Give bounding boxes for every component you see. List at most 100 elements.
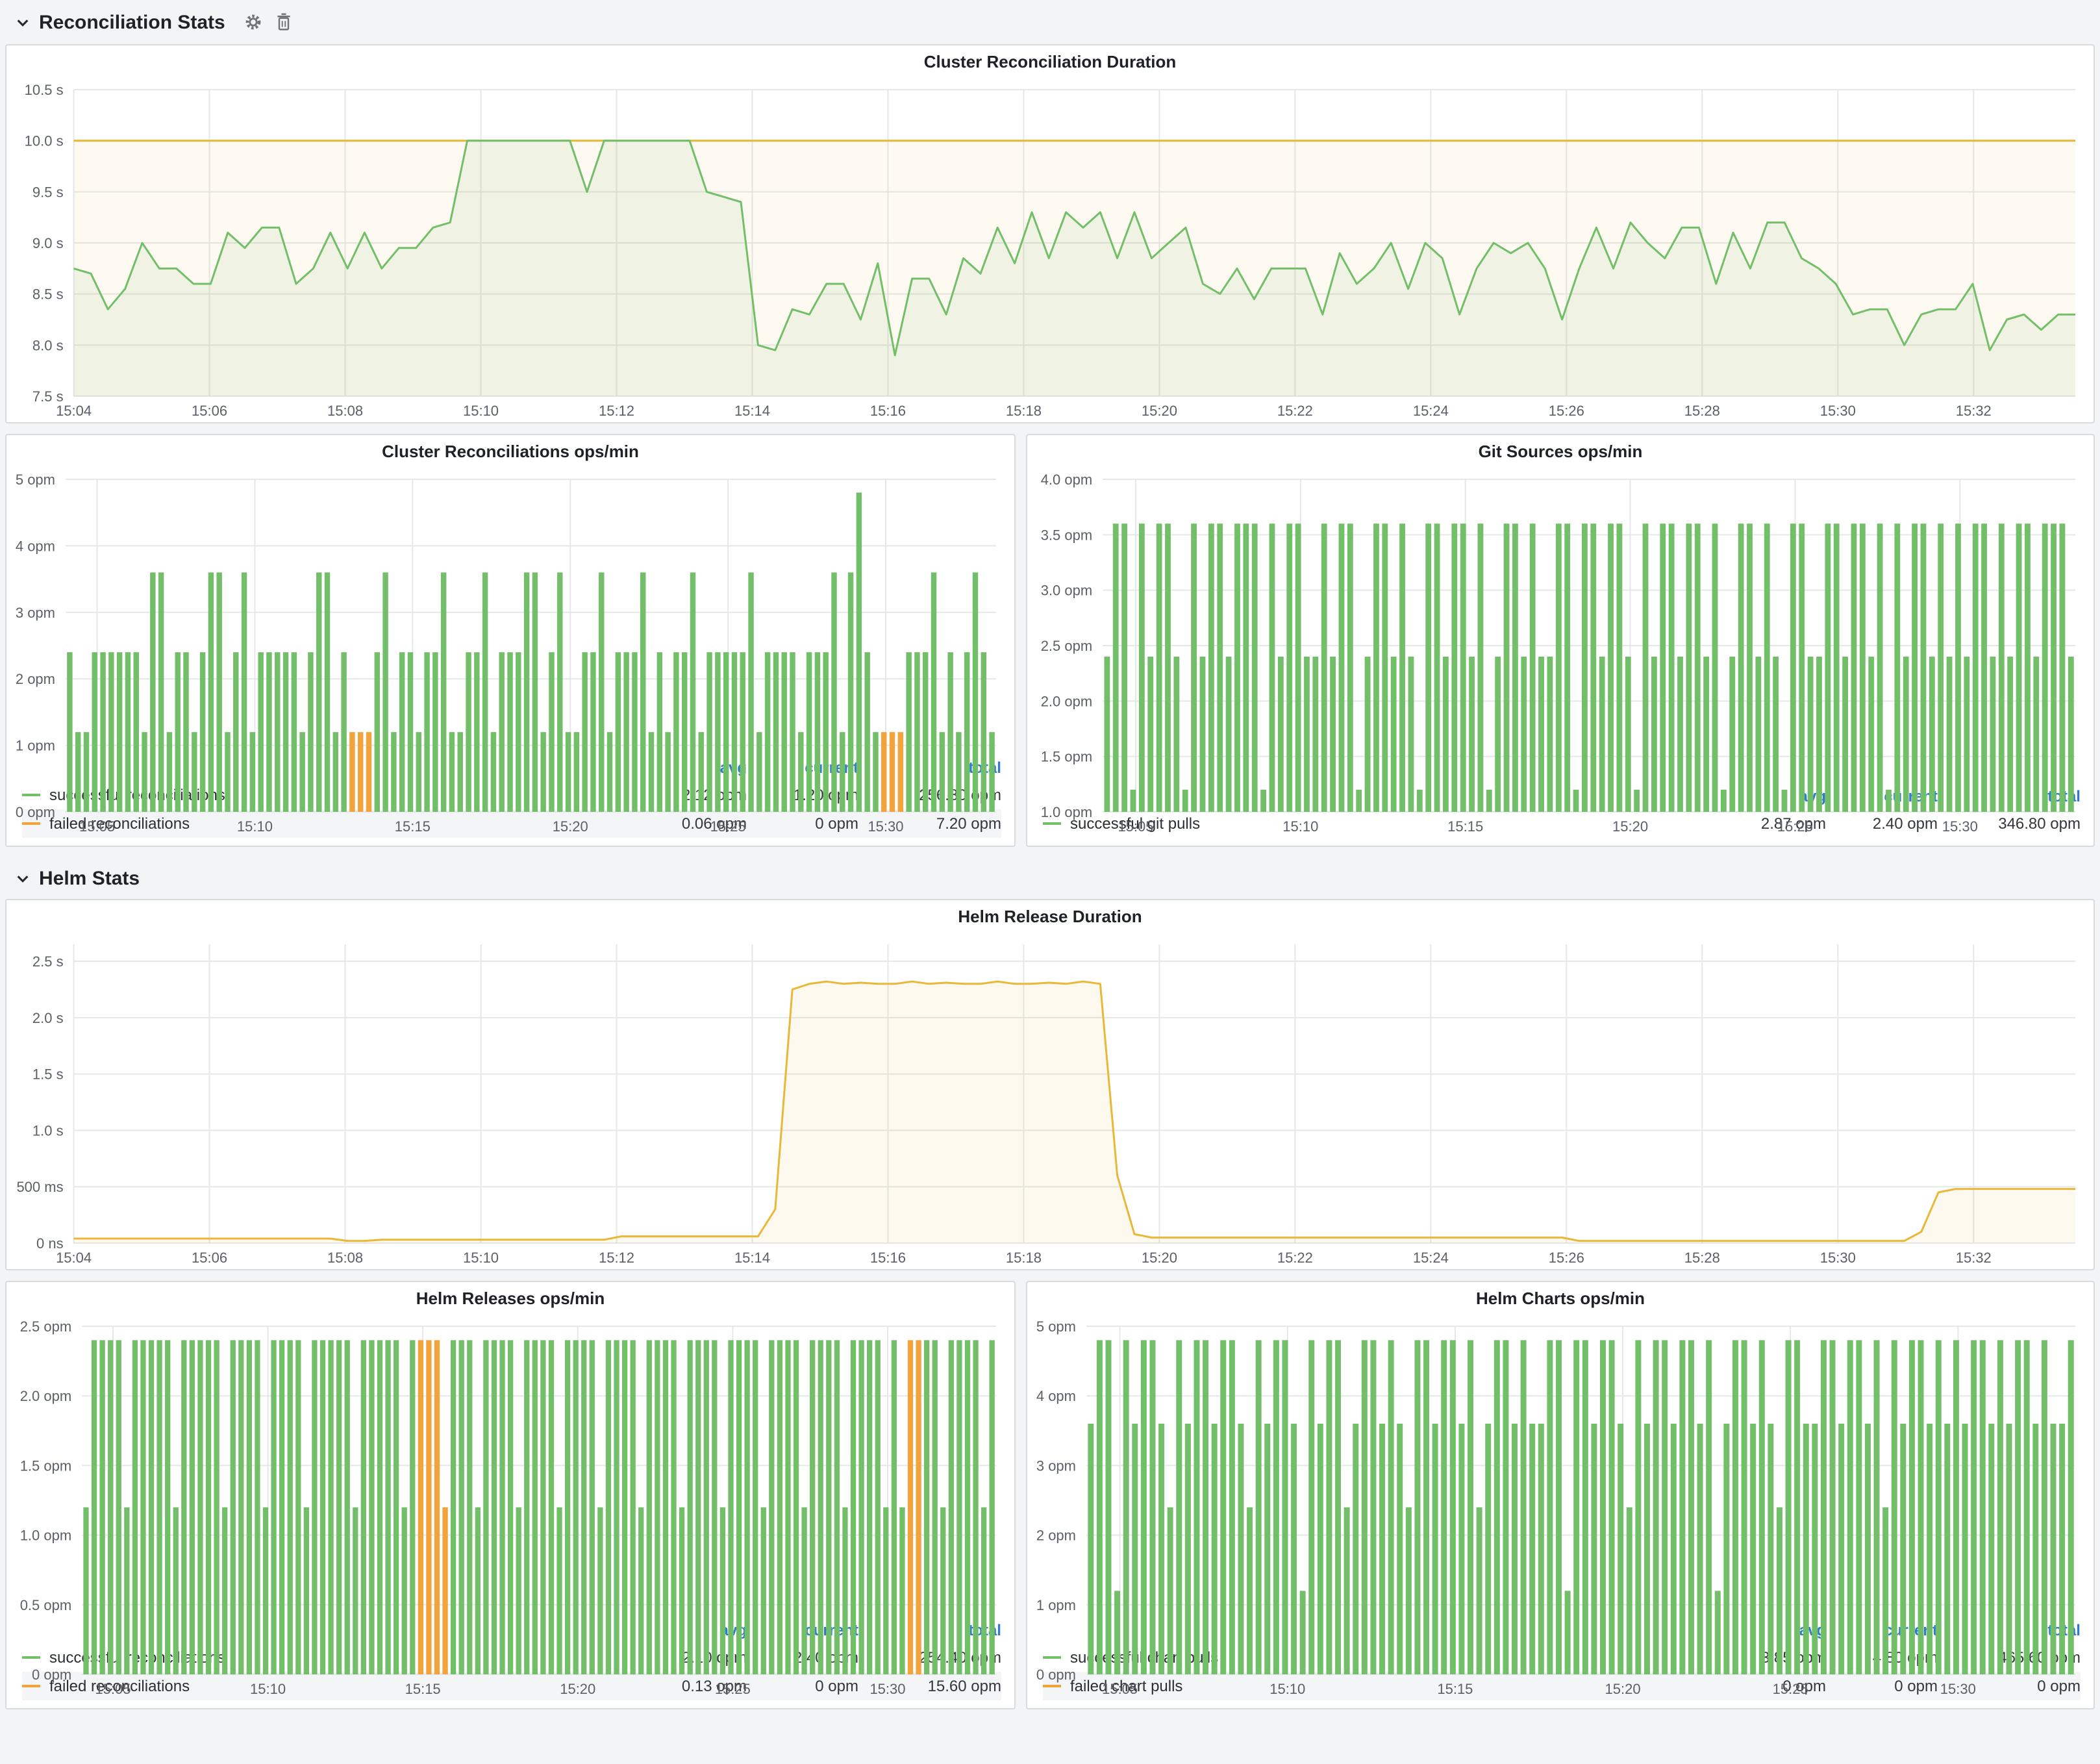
dashboard: Reconciliation Stats: [0, 0, 2100, 1720]
svg-text:15:14: 15:14: [734, 1250, 770, 1266]
git-sources-ops-chart[interactable]: 1.0 opm1.5 opm2.0 opm2.5 opm3.0 opm3.5 o…: [1027, 469, 2094, 783]
svg-text:8.5 s: 8.5 s: [32, 286, 64, 303]
svg-text:1.0 opm: 1.0 opm: [20, 1528, 72, 1544]
svg-text:15:25: 15:25: [710, 818, 746, 835]
svg-text:15:22: 15:22: [1277, 403, 1313, 419]
svg-text:15:20: 15:20: [1605, 1681, 1641, 1697]
svg-text:15:04: 15:04: [56, 1250, 92, 1266]
svg-text:15:10: 15:10: [463, 1250, 499, 1266]
svg-text:15:15: 15:15: [1447, 818, 1483, 835]
svg-text:15:10: 15:10: [237, 818, 273, 835]
panel-helm-release-duration: Helm Release Duration 0 ns500 ms1.0 s1.5…: [5, 899, 2095, 1270]
svg-text:15:04: 15:04: [56, 403, 92, 419]
svg-text:15:20: 15:20: [1612, 818, 1648, 835]
panel-helm-charts-ops: Helm Charts ops/min 0 opm1 opm2 opm3 opm…: [1026, 1281, 2095, 1709]
panel-title[interactable]: Cluster Reconciliation Duration: [6, 45, 2094, 79]
section-header-helm-stats[interactable]: Helm Stats: [5, 857, 2095, 899]
svg-text:15:06: 15:06: [192, 403, 227, 419]
svg-text:15:10: 15:10: [463, 403, 499, 419]
svg-text:15:30: 15:30: [1820, 1250, 1856, 1266]
svg-text:15:15: 15:15: [405, 1681, 441, 1697]
svg-text:0.5 opm: 0.5 opm: [20, 1597, 72, 1613]
svg-text:500 ms: 500 ms: [16, 1179, 63, 1195]
helm-releases-ops-chart[interactable]: 0 opm0.5 opm1.0 opm1.5 opm2.0 opm2.5 opm…: [6, 1316, 1014, 1617]
svg-text:15:30: 15:30: [869, 1681, 905, 1697]
svg-text:15:05: 15:05: [79, 818, 115, 835]
svg-text:10.5 s: 10.5 s: [25, 82, 64, 98]
svg-text:15:10: 15:10: [1269, 1681, 1305, 1697]
svg-text:15:15: 15:15: [395, 818, 431, 835]
svg-text:2.5 opm: 2.5 opm: [20, 1318, 72, 1335]
svg-text:2.5 opm: 2.5 opm: [1041, 638, 1093, 654]
panel-title[interactable]: Helm Charts ops/min: [1027, 1282, 2094, 1316]
svg-text:15:26: 15:26: [1549, 403, 1584, 419]
svg-text:1.0 opm: 1.0 opm: [1041, 804, 1093, 820]
svg-text:15:30: 15:30: [1942, 818, 1978, 835]
svg-text:15:24: 15:24: [1413, 403, 1449, 419]
panel-title[interactable]: Cluster Reconciliations ops/min: [6, 435, 1014, 469]
svg-text:2.0 s: 2.0 s: [32, 1010, 64, 1026]
svg-text:4 opm: 4 opm: [1036, 1388, 1076, 1404]
svg-text:0 opm: 0 opm: [1036, 1667, 1076, 1683]
svg-text:15:20: 15:20: [553, 818, 588, 835]
svg-text:1.5 s: 1.5 s: [32, 1066, 64, 1083]
svg-text:15:18: 15:18: [1006, 403, 1042, 419]
panel-git-sources-ops: Git Sources ops/min 1.0 opm1.5 opm2.0 op…: [1026, 434, 2095, 847]
svg-text:15:20: 15:20: [1142, 1250, 1177, 1266]
svg-text:4 opm: 4 opm: [16, 538, 55, 554]
svg-text:15:32: 15:32: [1956, 1250, 1992, 1266]
helm-release-duration-chart[interactable]: 0 ns500 ms1.0 s1.5 s2.0 s2.5 s15:0415:06…: [6, 934, 2094, 1269]
svg-text:15:22: 15:22: [1277, 1250, 1313, 1266]
section-title: Helm Stats: [39, 867, 140, 889]
section-header-reconciliation-stats[interactable]: Reconciliation Stats: [5, 3, 2095, 42]
cluster-reconciliations-ops-chart[interactable]: 0 opm1 opm2 opm3 opm4 opm5 opm15:0515:10…: [6, 469, 1014, 755]
chevron-down-icon[interactable]: [16, 871, 30, 885]
svg-text:2.5 s: 2.5 s: [32, 953, 64, 970]
svg-text:1 opm: 1 opm: [16, 738, 55, 754]
svg-text:1.5 opm: 1.5 opm: [20, 1457, 72, 1474]
svg-text:15:10: 15:10: [1282, 818, 1318, 835]
svg-text:15:25: 15:25: [715, 1681, 751, 1697]
svg-text:15:12: 15:12: [599, 1250, 634, 1266]
svg-text:1 opm: 1 opm: [1036, 1597, 1076, 1613]
cluster-reconciliation-duration-chart[interactable]: 7.5 s8.0 s8.5 s9.0 s9.5 s10.0 s10.5 s15:…: [6, 79, 2094, 422]
svg-text:2.0 opm: 2.0 opm: [20, 1388, 72, 1404]
svg-text:10.0 s: 10.0 s: [25, 133, 64, 149]
svg-text:9.0 s: 9.0 s: [32, 235, 64, 251]
panel-title[interactable]: Helm Releases ops/min: [6, 1282, 1014, 1316]
chart-svg: 0 opm 0.5 opm 1.0 opm 1.5 opm 2.0 opm 2.5 opm…: [6, 1316, 1014, 1700]
svg-text:15:25: 15:25: [1777, 818, 1813, 835]
svg-text:15:10: 15:10: [250, 1681, 286, 1697]
panel-cluster-reconciliation-duration: Cluster Reconciliation Duration 7.5 s8.0…: [5, 44, 2095, 423]
svg-text:4.0 opm: 4.0 opm: [1041, 472, 1093, 488]
svg-text:15:26: 15:26: [1549, 1250, 1584, 1266]
svg-text:1.5 opm: 1.5 opm: [1041, 749, 1093, 765]
svg-text:15:16: 15:16: [870, 403, 906, 419]
svg-text:5 opm: 5 opm: [1036, 1318, 1076, 1335]
svg-text:3.5 opm: 3.5 opm: [1041, 527, 1093, 543]
svg-text:15:08: 15:08: [327, 403, 363, 419]
helm-charts-ops-chart[interactable]: 0 opm1 opm2 opm3 opm4 opm5 opm15:0515:10…: [1027, 1316, 2094, 1617]
svg-text:15:08: 15:08: [327, 1250, 363, 1266]
svg-text:2 opm: 2 opm: [16, 671, 55, 687]
svg-text:8.0 s: 8.0 s: [32, 337, 64, 353]
svg-text:3 opm: 3 opm: [16, 605, 55, 621]
chevron-down-icon[interactable]: [16, 15, 30, 29]
svg-text:0 opm: 0 opm: [32, 1667, 71, 1683]
svg-text:3 opm: 3 opm: [1036, 1457, 1076, 1474]
svg-text:15:15: 15:15: [1437, 1681, 1473, 1697]
chart-svg: 7.5 s8.0 s8.5 s9.0 s9.5 s10.0 s10.5 s15:…: [6, 79, 2094, 422]
gear-icon[interactable]: [245, 13, 263, 31]
svg-text:15:28: 15:28: [1684, 1250, 1720, 1266]
svg-text:15:05: 15:05: [1102, 1681, 1138, 1697]
panel-title[interactable]: Helm Release Duration: [6, 900, 2094, 934]
panel-title[interactable]: Git Sources ops/min: [1027, 435, 2094, 469]
svg-text:15:05: 15:05: [1118, 818, 1153, 835]
svg-text:3.0 opm: 3.0 opm: [1041, 583, 1093, 599]
svg-text:15:14: 15:14: [734, 403, 770, 419]
svg-text:15:25: 15:25: [1773, 1681, 1808, 1697]
panel-cluster-reconciliations-ops: Cluster Reconciliations ops/min 0 opm1 o…: [5, 434, 1016, 847]
svg-text:15:20: 15:20: [560, 1681, 595, 1697]
trash-icon[interactable]: [276, 13, 293, 31]
svg-text:15:32: 15:32: [1956, 403, 1992, 419]
